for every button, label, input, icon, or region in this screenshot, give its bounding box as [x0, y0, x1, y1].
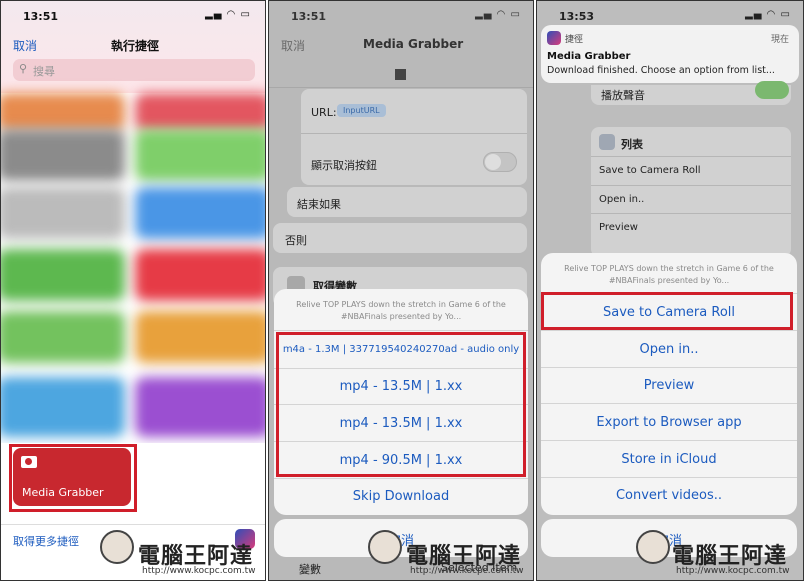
list-label: 列表 [621, 138, 643, 151]
otherwise-card: 否則 [273, 223, 527, 253]
shortcut-tile[interactable] [1, 129, 125, 181]
search-input[interactable]: ⚲ 搜尋 [13, 59, 255, 81]
shortcut-tile[interactable] [1, 377, 125, 437]
shortcut-tile[interactable] [135, 377, 265, 437]
divider [301, 133, 527, 134]
skip-download-option[interactable]: Skip Download [274, 489, 528, 504]
watermark-mascot-icon [100, 530, 134, 564]
notification-app-name: 捷徑 [565, 35, 584, 45]
status-time: 13:51 [23, 10, 59, 23]
page-title: 執行捷徑 [111, 39, 160, 53]
status-time: 13:53 [559, 10, 595, 23]
end-if-label: 結束如果 [297, 198, 341, 211]
divider [591, 185, 791, 186]
url-variable-chip[interactable]: InputURL [337, 104, 386, 117]
panel-run-shortcut: 13:51 ▂▄ ◠ ▭ 取消 執行捷徑 ⚲ 搜尋 Media Grabber … [0, 0, 266, 581]
shortcuts-app-icon [547, 31, 561, 45]
shortcut-tile[interactable] [1, 93, 125, 131]
notification-banner[interactable]: 捷徑 現在 Media Grabber Download finished. C… [541, 25, 799, 83]
convert-videos-option[interactable]: Convert videos.. [541, 488, 797, 503]
panel-media-grabber-output-options: 13:53 ▂▄ ◠ ▭ 捷徑 現在 Media Grabber Downloa… [536, 0, 804, 581]
cancel-button[interactable]: 取消 [13, 37, 37, 54]
sheet-message: Relive TOP PLAYS down the stretch in Gam… [564, 264, 774, 285]
shortcut-tile[interactable] [1, 249, 125, 301]
play-sound-label: 播放聲音 [601, 89, 645, 102]
watermark-url: http://www.kocpc.com.tw [410, 566, 524, 576]
search-placeholder: 搜尋 [33, 65, 55, 78]
end-if-card: 結束如果 [287, 187, 527, 217]
notification-time: 現在 [770, 35, 789, 45]
list-icon [599, 134, 615, 150]
shortcut-tile[interactable] [135, 311, 265, 363]
status-icons: ▂▄ ◠ ▭ [205, 9, 251, 20]
watermark-mascot-icon [636, 530, 670, 564]
action-card: URL: InputURL 顯示取消按鈕 [301, 89, 527, 185]
export-to-browser-option[interactable]: Export to Browser app [541, 415, 797, 430]
divider [591, 213, 791, 214]
status-time: 13:51 [291, 10, 327, 23]
list-item[interactable]: Preview [599, 222, 638, 233]
watermark-mascot-icon [368, 530, 402, 564]
play-sound-card: 播放聲音 [591, 81, 791, 105]
status-icons: ▂▄ ◠ ▭ [745, 9, 791, 20]
status-icons: ▂▄ ◠ ▭ [475, 9, 521, 20]
open-in-option[interactable]: Open in.. [541, 342, 797, 357]
notification-body: Download finished. Choose an option from… [547, 65, 775, 76]
divider [269, 87, 533, 88]
shortcut-tile[interactable] [1, 311, 125, 363]
list-item[interactable]: Save to Camera Roll [599, 165, 701, 176]
variable-label: 變數 [299, 563, 321, 576]
highlight-box [276, 332, 526, 477]
search-icon: ⚲ [19, 62, 28, 75]
notification-title: Media Grabber [547, 51, 631, 62]
shortcut-tile[interactable] [1, 187, 125, 239]
page-title: Media Grabber [363, 37, 464, 51]
shortcut-tile[interactable] [135, 249, 265, 301]
url-label: URL: [311, 106, 337, 119]
divider [591, 156, 791, 157]
otherwise-label: 否則 [285, 234, 307, 247]
preview-option[interactable]: Preview [541, 378, 797, 393]
sheet-message: Relive TOP PLAYS down the stretch in Gam… [296, 300, 506, 321]
shortcut-tile[interactable] [135, 93, 265, 131]
list-action-card: 列表 Save to Camera Roll Open in.. Preview [591, 127, 791, 257]
panel-media-grabber-choose-format: 13:51 ▂▄ ◠ ▭ 取消 Media Grabber URL: Input… [268, 0, 534, 581]
highlight-box [541, 292, 793, 330]
shortcut-tile[interactable] [135, 187, 265, 239]
play-sound-toggle[interactable] [755, 81, 789, 99]
get-more-shortcuts-link[interactable]: 取得更多捷徑 [13, 533, 79, 549]
watermark-url: http://www.kocpc.com.tw [676, 566, 790, 576]
highlight-box [9, 444, 137, 512]
store-in-icloud-option[interactable]: Store in iCloud [541, 452, 797, 467]
shortcut-tile[interactable] [135, 129, 265, 181]
divider [1, 524, 265, 525]
show-cancel-toggle[interactable] [483, 152, 517, 172]
show-cancel-label: 顯示取消按鈕 [311, 159, 377, 172]
watermark-url: http://www.kocpc.com.tw [142, 566, 256, 576]
list-item[interactable]: Open in.. [599, 194, 644, 205]
stop-icon[interactable] [395, 69, 406, 80]
cancel-button[interactable]: 取消 [281, 37, 305, 54]
